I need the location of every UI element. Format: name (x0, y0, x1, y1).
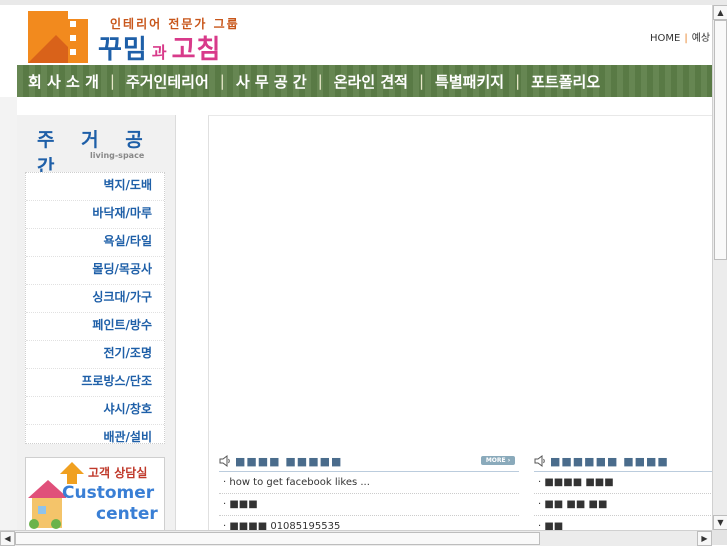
top-links: HOME | 예상 (650, 29, 710, 44)
brand-name[interactable]: 꾸밈 과 고침 (98, 29, 221, 66)
vertical-scroll-thumb[interactable] (714, 20, 727, 260)
estimate-link[interactable]: 예상 (692, 33, 710, 44)
list-item[interactable]: · how to get facebook likes ... (219, 472, 519, 494)
sidebar-item-bathroom[interactable]: 욕실/타일 (26, 229, 164, 257)
sidebar-item-plumbing[interactable]: 배관/설비 (26, 425, 164, 452)
main-nav: 회 사 소 개 | 주거인테리어 | 사 무 공 간 | 온라인 견적 | 특별… (17, 65, 712, 97)
list-item[interactable]: · ■■■ (219, 494, 519, 516)
sidebar-menu: 벽지/도배 바닥재/마루 욕실/타일 몰딩/목공사 싱크대/가구 페인트/방수 … (25, 172, 165, 444)
scroll-up-icon[interactable]: ▲ (713, 5, 727, 20)
list-item[interactable]: · ■■ ■■ ■■ (534, 494, 713, 516)
sidebar-item-sink-furniture[interactable]: 싱크대/가구 (26, 285, 164, 313)
brand-part1: 꾸밈 (98, 35, 148, 65)
speaker-icon (219, 455, 230, 467)
brand-conj: 과 (151, 43, 168, 62)
board-title: ■■■■■■ ■■■■ (550, 454, 669, 468)
list-item[interactable]: · ■■■■ ■■■ (534, 472, 713, 494)
link-separator: | (684, 33, 688, 44)
customer-center-en-line1: Customer (62, 483, 155, 503)
left-margin (0, 97, 17, 530)
board-header: ■■■■■■ ■■■■ (534, 451, 713, 472)
customer-center-en-line2: center (96, 504, 158, 524)
scrollbar-corner (712, 530, 727, 545)
nav-item-special-package[interactable]: 특별패키지 (424, 71, 515, 92)
sidebar-item-provence[interactable]: 프로방스/단조 (26, 369, 164, 397)
house-logo-icon[interactable] (28, 11, 88, 63)
nav-item-residential[interactable]: 주거인테리어 (115, 71, 220, 92)
vertical-scrollbar[interactable]: ▲ ▼ (712, 5, 727, 530)
home-link[interactable]: HOME (650, 33, 680, 44)
more-button[interactable]: MORE › (481, 456, 515, 465)
speaker-icon (534, 455, 545, 467)
sidebar-subtitle: living-space (90, 151, 145, 160)
board-secondary: ■■■■■■ ■■■■ · ■■■■ ■■■ · ■■ ■■ ■■ · ■■ (534, 451, 713, 538)
sidebar-item-molding[interactable]: 몰딩/목공사 (26, 257, 164, 285)
scroll-left-icon[interactable]: ◀ (0, 531, 15, 546)
sidebar-item-flooring[interactable]: 바닥재/마루 (26, 201, 164, 229)
sidebar: 주 거 공 간 living-space 벽지/도배 바닥재/마루 욕실/타일 … (17, 115, 176, 532)
board-notice: ■■■■ ■■■■■ MORE › · how to get facebook … (219, 451, 519, 538)
board-title: ■■■■ ■■■■■ (235, 454, 343, 468)
nav-item-office[interactable]: 사 무 공 간 (225, 71, 318, 92)
nav-item-company[interactable]: 회 사 소 개 (17, 71, 110, 92)
sidebar-item-paint[interactable]: 페인트/방수 (26, 313, 164, 341)
horizontal-scrollbar[interactable]: ◀ ▶ (0, 530, 712, 546)
arrow-up-icon (60, 462, 84, 484)
more-label: MORE (485, 457, 506, 464)
customer-center-banner[interactable]: 고객 상담실 Customer center (25, 457, 165, 532)
site-header: 인테리어 전문가 그룹 꾸밈 과 고침 HOME | 예상 (0, 5, 712, 65)
nav-item-portfolio[interactable]: 포트폴리오 (520, 71, 611, 92)
scroll-right-icon[interactable]: ▶ (697, 531, 712, 546)
scroll-down-icon[interactable]: ▼ (713, 515, 727, 530)
horizontal-scroll-thumb[interactable] (15, 532, 540, 545)
main-content: ■■■■ ■■■■■ MORE › · how to get facebook … (208, 115, 713, 538)
board-header: ■■■■ ■■■■■ MORE › (219, 451, 519, 472)
customer-center-label: 고객 상담실 (88, 466, 148, 480)
sidebar-item-window[interactable]: 샤시/창호 (26, 397, 164, 425)
brand-part2: 고침 (171, 35, 222, 65)
sidebar-item-electric[interactable]: 전기/조명 (26, 341, 164, 369)
sidebar-item-wallpaper[interactable]: 벽지/도배 (26, 173, 164, 201)
nav-item-online-estimate[interactable]: 온라인 견적 (323, 71, 419, 92)
